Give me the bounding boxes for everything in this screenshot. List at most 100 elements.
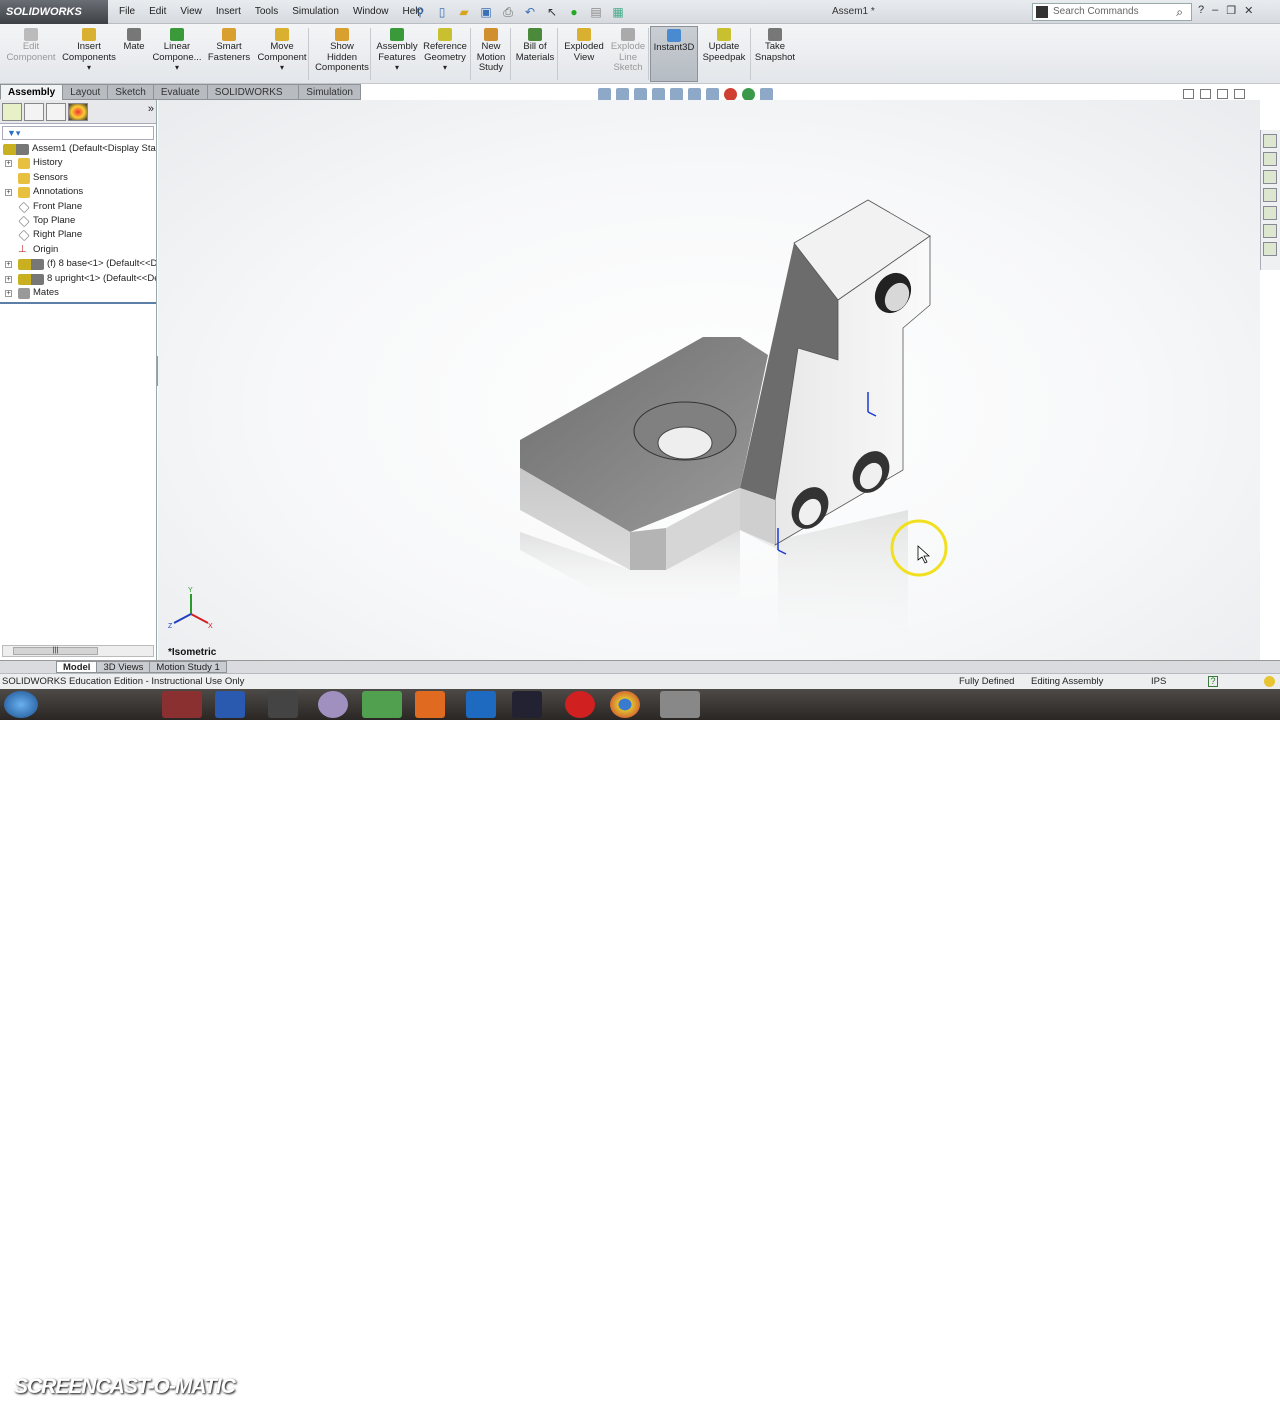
exploded-view-button[interactable]: Exploded View [560,26,608,82]
move-component-button[interactable]: Move Component ▾ [255,26,309,82]
dropdown-arrow-icon[interactable]: ▾ [280,63,284,72]
tree-item-f-8-base-1-default-default[interactable]: + (f) 8 base<1> (Default<<Default [0,257,156,271]
solidworks-resources-icon[interactable] [1263,134,1277,148]
tree-filter[interactable]: ▼▾ [2,126,154,140]
new-motion-study-button[interactable]: New Motion Study [473,26,509,82]
search-icon[interactable]: ⌕ [1176,4,1183,20]
tab-sketch[interactable]: Sketch [107,84,154,100]
system-clock[interactable]: 1:18 PM 10/9/2015 [1218,1381,1260,1407]
taskbar-app-purple[interactable] [318,691,348,718]
dropdown-arrow-icon[interactable]: ▾ [175,63,179,72]
bill-of-materials-button[interactable]: Bill of Materials [512,26,558,82]
open-icon[interactable]: ▰ [456,4,472,20]
menu-edit[interactable]: Edit [142,0,173,24]
reference-geometry-button[interactable]: Reference Geometry ▾ [420,26,470,82]
feature-manager-tab-icon[interactable] [2,103,22,121]
linear-compone-button[interactable]: Linear Compone... ▾ [150,26,204,82]
menu-view[interactable]: View [173,0,209,24]
expand-tabs-icon[interactable]: » [148,103,154,121]
tab-motion-study[interactable]: Motion Study 1 [149,661,227,673]
expand-icon[interactable]: + [5,160,12,168]
undo-icon[interactable]: ↶ [522,4,538,20]
taskbar-inventor[interactable] [268,691,298,718]
rebuild-icon[interactable]: ● [566,4,582,20]
taskbar-outlook[interactable] [466,691,496,718]
viewport-minimize-icon[interactable] [1200,89,1211,99]
tree-item-right-plane[interactable]: Right Plane [0,228,156,242]
menu-tools[interactable]: Tools [248,0,285,24]
save-icon[interactable]: ▣ [478,4,494,20]
restore-icon[interactable]: ❐ [1226,4,1236,17]
upright-part[interactable] [740,199,931,546]
taskbar-solidworks[interactable] [162,691,202,718]
expand-icon[interactable]: + [5,289,12,297]
menu-file[interactable]: File [112,0,142,24]
insert-components-button[interactable]: Insert Components ▾ [60,26,118,82]
tab-solidworks-add-ins[interactable]: SOLIDWORKS Add-Ins [206,84,300,113]
display-manager-tab-icon[interactable] [68,103,88,121]
menu-window[interactable]: Window [346,0,396,24]
viewport-split-icon[interactable] [1183,89,1194,99]
tree-item-front-plane[interactable]: Front Plane [0,200,156,214]
tab-evaluate[interactable]: Evaluate [152,84,208,100]
viewport-close-icon[interactable] [1234,89,1245,99]
take-snapshot-button[interactable]: Take Snapshot [752,26,798,82]
start-button[interactable] [4,691,38,718]
custom-properties-icon[interactable] [1263,224,1277,238]
taskbar-revit[interactable] [215,691,245,718]
dropdown-arrow-icon[interactable]: ▾ [443,63,447,72]
tree-item-origin[interactable]: ⊥ Origin [0,243,156,257]
search-commands-input[interactable]: Search Commands ⌕ [1032,3,1192,21]
expand-icon[interactable]: + [5,189,12,197]
menu-insert[interactable]: Insert [209,0,248,24]
taskbar-screen-capture[interactable] [660,691,700,718]
taskbar-makerbot[interactable] [565,691,595,718]
tree-item-sensors[interactable]: Sensors [0,171,156,185]
tab-3d-views[interactable]: 3D Views [96,661,151,673]
appearances-icon[interactable] [1263,206,1277,220]
tree-item-history[interactable]: + History [0,156,156,170]
mate-button[interactable]: Mate [120,26,148,82]
view-palette-icon[interactable] [1263,188,1277,202]
file-explorer-icon[interactable] [1263,170,1277,184]
tab-simulation[interactable]: Simulation [298,84,361,100]
file-properties-icon[interactable]: ▤ [588,4,604,20]
new-document-icon[interactable]: ▯ [434,4,450,20]
tree-horizontal-scrollbar[interactable]: ||| [2,645,154,657]
menu-simulation[interactable]: Simulation [285,0,346,24]
instant3d-button[interactable]: Instant3D [650,26,698,82]
taskbar-chrome[interactable] [610,691,640,718]
scrollbar-thumb[interactable]: ||| [13,647,98,655]
graphics-area[interactable]: Y X Z *Isometric [158,100,1260,660]
explode-line-sketch-button[interactable]: Explode Line Sketch [607,26,649,82]
configuration-manager-tab-icon[interactable] [46,103,66,121]
options-icon[interactable]: ▦ [610,4,626,20]
tab-model[interactable]: Model [56,661,98,673]
select-icon[interactable]: ↖ [544,4,560,20]
help-icon[interactable]: ? [1208,676,1218,687]
show-hidden-components-button[interactable]: Show Hidden Components [312,26,372,82]
taskbar-sketchup[interactable] [362,691,402,718]
desktop-toolbar[interactable]: Desktop [1062,1386,1099,1397]
taskbar-app-orange[interactable] [415,691,445,718]
dropdown-arrow-icon[interactable]: ▾ [395,63,399,72]
print-icon[interactable]: ⎙ [500,4,516,20]
help-icon[interactable]: ? [1198,4,1204,17]
tree-item-top-plane[interactable]: Top Plane [0,214,156,228]
design-library-icon[interactable] [1263,152,1277,166]
tab-assembly[interactable]: Assembly [0,84,64,100]
tree-item-annotations[interactable]: + Annotations [0,185,156,199]
pin-icon[interactable]: ⚲ [412,4,428,20]
assembly-features-button[interactable]: Assembly Features ▾ [374,26,420,82]
minimize-icon[interactable]: – [1212,4,1218,17]
update-speedpak-button[interactable]: Update Speedpak [701,26,747,82]
taskbar-app-dark[interactable] [512,691,542,718]
tag-icon[interactable] [1264,676,1275,687]
tree-item-mates[interactable]: + Mates [0,286,156,300]
forum-icon[interactable] [1263,242,1277,256]
expand-icon[interactable]: + [5,261,12,269]
unit-system[interactable]: IPS [1151,674,1166,689]
property-manager-tab-icon[interactable] [24,103,44,121]
dropdown-arrow-icon[interactable]: ▾ [87,63,91,72]
edit-component-button[interactable]: Edit Component [3,26,59,82]
